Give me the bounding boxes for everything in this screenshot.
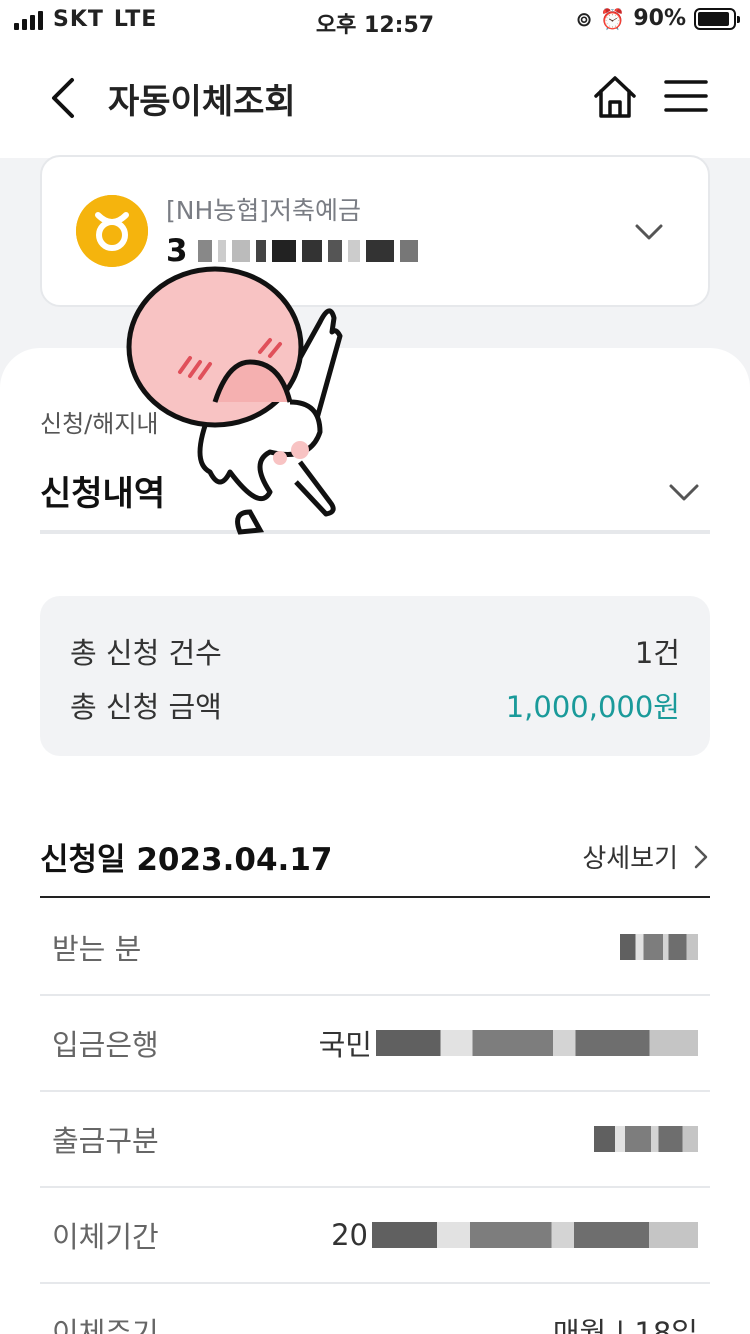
total-amount-label: 총 신청 금액 (70, 690, 222, 724)
info-value: 20 (331, 1218, 698, 1252)
detail-link[interactable]: 상세보기 (582, 838, 710, 875)
alarm-icon: ⏰ (600, 6, 626, 31)
detail-link-label: 상세보기 (582, 844, 678, 874)
total-count-value: 1건 (634, 636, 680, 670)
chevron-right-icon (694, 845, 708, 868)
info-value: 국민 (319, 1022, 698, 1064)
page-title: 자동이체조회 (108, 82, 296, 122)
info-label: 이체주기 (52, 1316, 159, 1334)
home-icon[interactable] (590, 72, 640, 122)
battery-icon (694, 7, 740, 30)
info-row-cycle: 이체주기 매월 | 18일 (40, 1284, 710, 1334)
total-amount-value: 1,000,000원 (505, 690, 680, 724)
application-date: 신청일 2023.04.17 (40, 842, 333, 878)
masked-value (376, 1030, 698, 1056)
info-label: 이체기간 (52, 1220, 159, 1254)
info-row-recipient: 받는 분 (40, 900, 710, 996)
nh-bank-logo-icon (76, 195, 148, 267)
summary-box: 총 신청 건수 1건 총 신청 금액 1,000,000원 (40, 596, 710, 756)
info-row-withdraw-type: 출금구분 (40, 1092, 710, 1188)
app-header: 자동이체조회 (0, 44, 750, 158)
info-label: 받는 분 (52, 932, 142, 966)
info-value: 매월 | 18일 (552, 1316, 698, 1334)
battery-percent: 90% (633, 6, 686, 31)
info-label: 출금구분 (52, 1124, 159, 1158)
masked-value (372, 1222, 698, 1248)
info-value (616, 934, 698, 960)
info-row-bank: 입금은행 국민 (40, 996, 710, 1092)
masked-value (620, 934, 698, 960)
total-count-label: 총 신청 건수 (70, 636, 222, 670)
masked-account-number (198, 237, 418, 265)
content-sheet: 신청/해지내 신청내역 총 신청 건수 1건 총 신청 금액 1,000,000… (0, 348, 750, 1334)
menu-icon[interactable] (664, 76, 708, 116)
rotation-lock-icon: ⊚ (575, 6, 593, 31)
back-arrow-icon[interactable] (44, 74, 84, 122)
peach-sticker-icon (126, 266, 343, 535)
chevron-down-icon[interactable] (632, 215, 666, 249)
divider (40, 896, 710, 898)
info-label: 입금은행 (52, 1028, 159, 1062)
status-bar: SKT LTE 오후 12:57 ⊚ ⏰ 90% (0, 0, 750, 44)
info-row-period: 이체기간 20 (40, 1188, 710, 1284)
record-header: 신청일 2023.04.17 상세보기 (40, 834, 710, 879)
info-value (590, 1126, 698, 1152)
account-name: [NH농협]저축예금 (166, 196, 362, 225)
chevron-down-icon[interactable] (666, 474, 702, 510)
masked-value (594, 1126, 698, 1152)
